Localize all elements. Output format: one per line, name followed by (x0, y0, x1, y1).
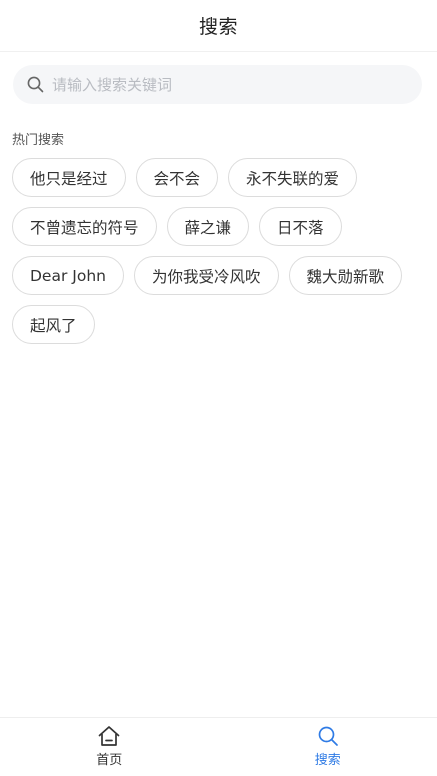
hot-search-title: 热门搜索 (12, 133, 65, 148)
search-icon (318, 726, 338, 746)
search-icon (27, 76, 44, 93)
home-icon (98, 726, 120, 746)
bottom-tab-bar: 首页 搜索 (0, 717, 437, 776)
hot-search-tags: 他只是经过 会不会 永不失联的爱 不曾遗忘的符号 薛之谦 日不落 Dear Jo… (12, 158, 426, 344)
search-input[interactable]: 请输入搜索关键词 (13, 65, 422, 104)
tab-search-label: 搜索 (314, 753, 341, 768)
hot-tag[interactable]: 起风了 (12, 305, 95, 344)
page-header: 搜索 (0, 0, 437, 52)
hot-tag[interactable]: 为你我受冷风吹 (133, 256, 279, 295)
hot-tag[interactable]: 日不落 (259, 207, 342, 246)
tab-home-label: 首页 (96, 753, 123, 768)
hot-tag[interactable]: 会不会 (135, 158, 219, 197)
search-placeholder: 请输入搜索关键词 (52, 76, 173, 94)
hot-tag[interactable]: Dear John (12, 256, 124, 295)
hot-tag[interactable]: 不曾遗忘的符号 (12, 207, 157, 246)
hot-tag[interactable]: 薛之谦 (166, 207, 250, 246)
tab-home[interactable]: 首页 (0, 718, 219, 776)
tab-search[interactable]: 搜索 (219, 718, 437, 776)
hot-tag[interactable]: 永不失联的爱 (228, 158, 358, 197)
hot-tag[interactable]: 他只是经过 (12, 158, 126, 197)
hot-tag[interactable]: 魏大勋新歌 (288, 256, 403, 295)
page-title: 搜索 (198, 16, 238, 38)
